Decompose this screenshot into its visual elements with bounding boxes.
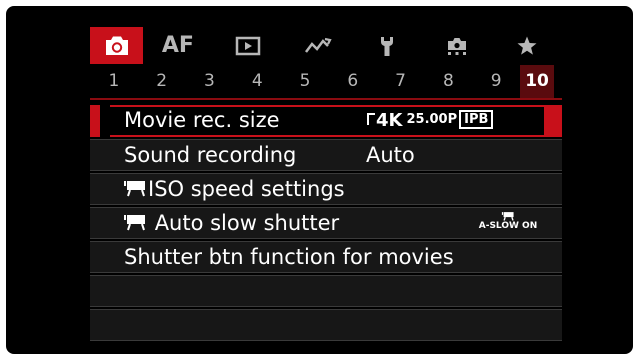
wrench-icon (381, 36, 394, 56)
wireless-icon (304, 37, 332, 53)
playback-icon (235, 36, 260, 55)
tab-custom-functions[interactable] (422, 27, 492, 64)
page-3[interactable]: 3 (186, 65, 234, 98)
sound-recording-value: Auto (366, 143, 415, 167)
tab-af[interactable]: AF (143, 27, 213, 64)
format-4k: 4K (376, 110, 403, 131)
auto-slow-value: A-SLOW ON (478, 211, 538, 231)
page-4[interactable]: 4 (233, 65, 281, 98)
menu-item-movie-rec-size[interactable]: Movie rec. size 4K 25.00P IPB (90, 105, 562, 137)
camera-icon (105, 36, 128, 55)
menu-item-shutter-btn-function[interactable]: Shutter btn function for movies (90, 241, 562, 273)
movie-mode-icon-small (501, 212, 514, 221)
page-5[interactable]: 5 (281, 65, 329, 98)
star-icon (517, 36, 537, 55)
tab-wireless[interactable] (283, 27, 353, 64)
auto-slow-text: A-SLOW ON (478, 221, 538, 231)
menu-item-sound-recording[interactable]: Sound recording Auto (90, 139, 562, 171)
page-6[interactable]: 6 (329, 65, 377, 98)
menu-item-label-wrap: Auto slow shutter (124, 208, 339, 238)
frame: AF 1 2 3 4 5 6 7 8 9 10 Movie rec. size … (0, 0, 639, 360)
selection-bar-right (544, 105, 562, 137)
camera-menu-screen: AF 1 2 3 4 5 6 7 8 9 10 Movie rec. size … (6, 6, 633, 354)
menu-item-label: Shutter btn function for movies (124, 245, 454, 269)
page-7[interactable]: 7 (377, 65, 425, 98)
page-10[interactable]: 10 (520, 65, 555, 98)
menu-item-label-wrap: ISO speed settings (124, 174, 345, 204)
frame-rate-badge: 25.00P (406, 112, 458, 127)
menu-item-label: Movie rec. size (124, 108, 280, 132)
menu-list: Movie rec. size 4K 25.00P IPB Sound record… (90, 105, 562, 343)
menu-tabs: AF (90, 27, 562, 64)
movie-mode-icon (124, 215, 145, 231)
menu-item-empty (90, 309, 562, 341)
custom-functions-icon (448, 37, 467, 55)
menu-item-empty (90, 275, 562, 307)
tab-af-label: AF (161, 33, 194, 58)
tab-playback[interactable] (213, 27, 283, 64)
tab-shooting[interactable] (90, 27, 143, 64)
tab-my-menu[interactable] (492, 27, 562, 64)
menu-item-iso-speed-settings[interactable]: ISO speed settings (90, 173, 562, 205)
page-8[interactable]: 8 (424, 65, 472, 98)
aspect-icon (367, 113, 375, 125)
menu-item-label: Sound recording (124, 143, 297, 167)
page-9[interactable]: 9 (472, 65, 520, 98)
menu-item-label: Auto slow shutter (154, 211, 340, 235)
compression-badge: IPB (459, 110, 494, 129)
menu-item-label: ISO speed settings (148, 177, 345, 201)
movie-mode-icon (124, 181, 145, 197)
page-indicator: 1 2 3 4 5 6 7 8 9 10 (90, 65, 562, 100)
page-2[interactable]: 2 (138, 65, 186, 98)
movie-size-value: 4K 25.00P IPB (366, 105, 494, 136)
selection-bar-left (90, 105, 100, 137)
menu-item-auto-slow-shutter[interactable]: Auto slow shutter A-SLOW ON (90, 207, 562, 239)
tab-setup[interactable] (352, 27, 422, 64)
page-1[interactable]: 1 (90, 65, 138, 98)
